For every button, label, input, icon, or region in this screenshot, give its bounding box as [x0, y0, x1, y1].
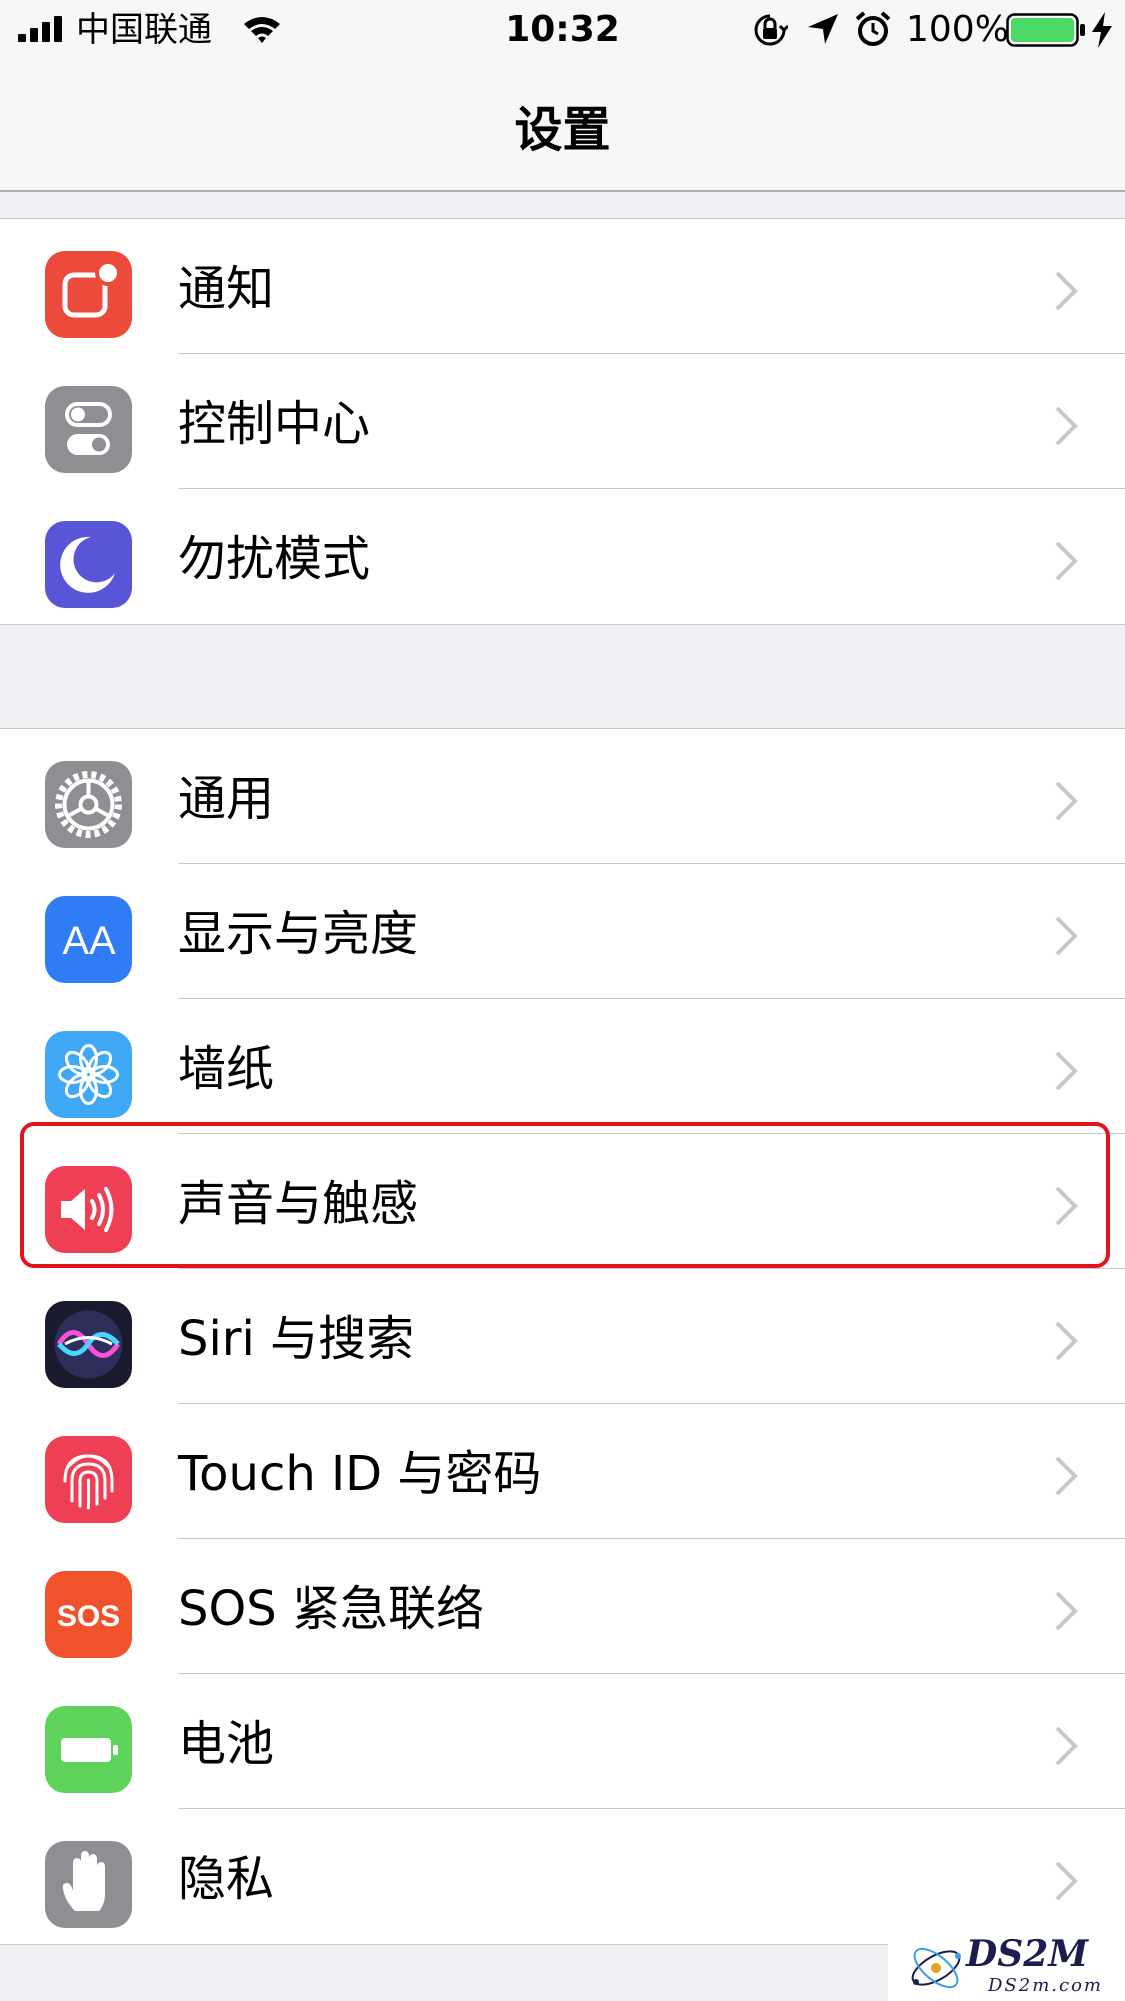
settings-row-do-not-disturb[interactable]: 勿扰模式: [0, 489, 1125, 624]
settings-row-siri-search[interactable]: Siri 与搜索: [0, 1269, 1125, 1404]
wallpaper-flower-icon: [45, 1031, 132, 1118]
settings-row-display-brightness[interactable]: AA 显示与亮度: [0, 864, 1125, 999]
status-bar: 中国联通 10:32 100%: [0, 0, 1125, 60]
battery-icon: [45, 1706, 132, 1793]
orientation-lock-icon: [754, 14, 788, 46]
row-label: Siri 与搜索: [178, 1311, 415, 1367]
control-center-icon: [45, 386, 132, 473]
watermark-logo-icon: [911, 1947, 961, 1989]
chevron-right-icon: [1055, 1051, 1078, 1091]
signal-strength-icon: [18, 16, 62, 42]
watermark: DS2M DS2m.com: [888, 1932, 1125, 2001]
clock-time: 10:32: [505, 9, 620, 50]
settings-row-privacy[interactable]: 隐私: [0, 1809, 1125, 1944]
alarm-icon: [855, 11, 891, 46]
svg-text:AA: AA: [62, 919, 116, 963]
carrier-name: 中国联通: [76, 10, 212, 50]
moon-icon: [45, 521, 132, 608]
row-label: 勿扰模式: [178, 531, 371, 587]
row-label: 墙纸: [178, 1041, 275, 1097]
chevron-right-icon: [1055, 1861, 1078, 1901]
gear-icon: [45, 761, 132, 848]
row-label: 通用: [178, 771, 275, 827]
chevron-right-icon: [1055, 406, 1078, 446]
location-arrow-icon: [808, 14, 838, 44]
chevron-right-icon: [1055, 1726, 1078, 1766]
chevron-right-icon: [1055, 1591, 1078, 1631]
settings-row-battery[interactable]: 电池: [0, 1674, 1125, 1809]
chevron-right-icon: [1055, 1321, 1078, 1361]
hand-icon: [45, 1841, 132, 1928]
siri-icon: [45, 1301, 132, 1388]
settings-row-control-center[interactable]: 控制中心: [0, 354, 1125, 489]
sos-icon: SOS: [45, 1571, 132, 1658]
page-title: 设置: [514, 102, 611, 158]
fingerprint-icon: [45, 1436, 132, 1523]
row-label: 通知: [178, 261, 275, 317]
wifi-icon: [244, 17, 280, 43]
chevron-right-icon: [1055, 541, 1078, 581]
row-label: 电池: [178, 1716, 275, 1772]
notifications-icon: [45, 251, 132, 338]
row-label: 显示与亮度: [178, 906, 419, 962]
settings-row-wallpaper[interactable]: 墙纸: [0, 999, 1125, 1134]
row-label: 控制中心: [178, 396, 371, 452]
chevron-right-icon: [1055, 781, 1078, 821]
row-label: Touch ID 与密码: [178, 1446, 542, 1502]
settings-row-emergency-sos[interactable]: SOS SOS 紧急联络: [0, 1539, 1125, 1674]
settings-row-touch-id-passcode[interactable]: Touch ID 与密码: [0, 1404, 1125, 1539]
chevron-right-icon: [1055, 916, 1078, 956]
navigation-bar: 设置: [0, 60, 1125, 192]
highlight-box: [20, 1122, 1110, 1268]
row-label: SOS 紧急联络: [178, 1581, 484, 1637]
chevron-right-icon: [1055, 271, 1078, 311]
settings-row-notifications[interactable]: 通知: [0, 219, 1125, 354]
watermark-text: DS2M: [966, 1933, 1089, 1975]
chevron-right-icon: [1055, 1456, 1078, 1496]
svg-text:SOS: SOS: [57, 1600, 120, 1633]
settings-group-1: 通知 控制中心 勿扰模式: [0, 218, 1125, 625]
charging-bolt-icon: [1092, 12, 1112, 48]
watermark-subtext: DS2m.com: [988, 1975, 1103, 1996]
battery-status-icon: [1006, 13, 1085, 47]
settings-group-2: 通用 AA 显示与亮度 墙纸 声音与触感 Siri 与搜索 Touch ID 与…: [0, 728, 1125, 1945]
row-label: 隐私: [178, 1851, 275, 1907]
battery-percentage: 100%: [906, 9, 1009, 50]
display-brightness-icon: AA: [45, 896, 132, 983]
settings-row-general[interactable]: 通用: [0, 729, 1125, 864]
